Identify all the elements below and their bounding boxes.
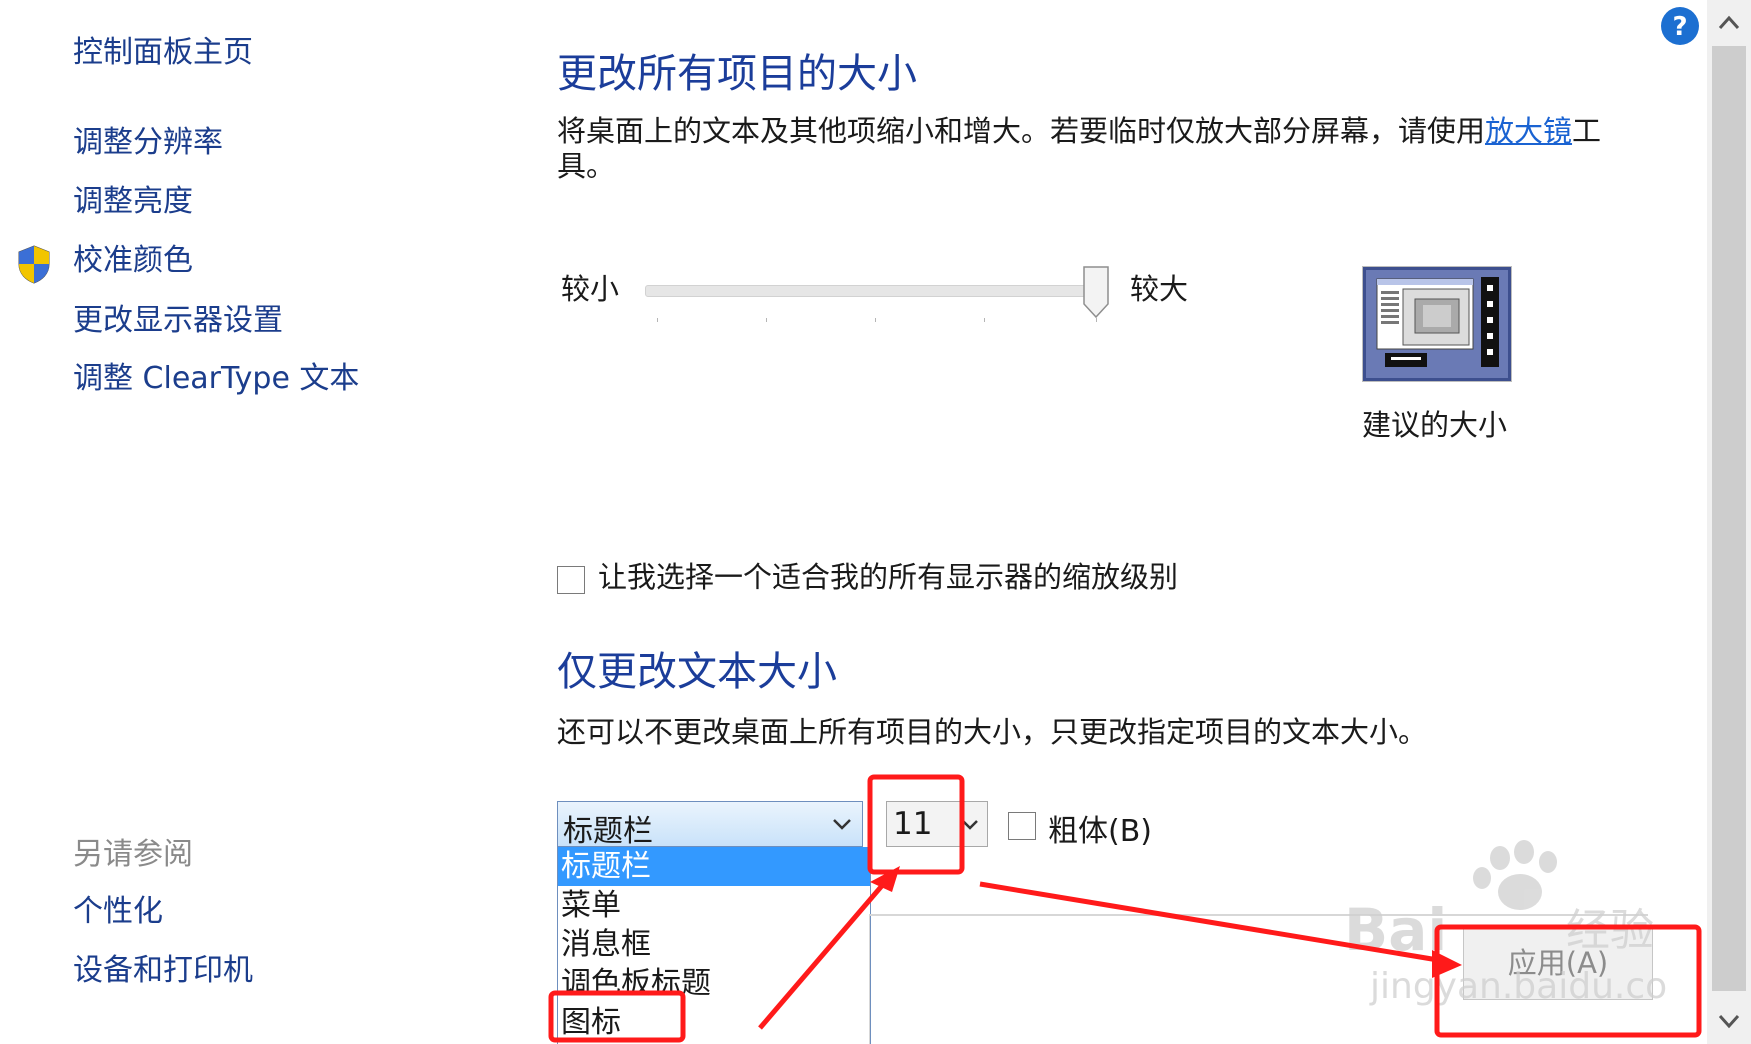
slider-tick [766, 318, 767, 322]
section-all-desc-before: 将桌面上的文本及其他项缩小和增大。若要临时仅放大部分屏幕，请使用 [557, 114, 1486, 148]
slider-tick [875, 318, 876, 322]
see-also-heading: 另请参阅 [73, 837, 193, 872]
preview-panel-border [870, 914, 1648, 916]
chevron-down-icon [962, 820, 978, 830]
section-text-desc: 还可以不更改桌面上所有项目的大小，只更改指定项目的文本大小。 [557, 715, 1428, 749]
dropdown-option[interactable]: 消息框 [558, 925, 870, 964]
font-size-select-value: 11 [893, 806, 933, 842]
preview-caption: 建议的大小 [1362, 408, 1508, 442]
sidebar-item-calibrate-color[interactable]: 校准颜色 [73, 244, 193, 277]
dropdown-option[interactable]: 标题栏 [558, 847, 870, 886]
uac-shield-icon [18, 245, 50, 284]
chevron-down-icon [833, 819, 851, 830]
item-type-select[interactable]: 标题栏 [557, 801, 863, 849]
watermark-text: Bai [1344, 896, 1447, 964]
sidebar-item-brightness[interactable]: 调整亮度 [73, 185, 193, 218]
item-type-select-value: 标题栏 [563, 814, 653, 849]
slider-tick [657, 318, 658, 322]
sidebar-item-cleartype[interactable]: 调整 ClearType 文本 [73, 362, 359, 395]
dropdown-option[interactable]: 菜单 [558, 886, 870, 925]
sidebar-item-display-settings[interactable]: 更改显示器设置 [73, 304, 283, 337]
slider-max-label: 较大 [1130, 272, 1189, 306]
sidebar-item-devices-printers[interactable]: 设备和打印机 [73, 954, 253, 987]
bold-label: 粗体(B) [1048, 814, 1152, 849]
section-all-title: 更改所有项目的大小 [557, 51, 917, 97]
section-all-desc: 将桌面上的文本及其他项缩小和增大。若要临时仅放大部分屏幕，请使用放大镜工具。 [557, 114, 1647, 184]
preview-panel-border [869, 914, 870, 1044]
scroll-down-arrow-icon[interactable] [1714, 1006, 1744, 1036]
svg-text:?: ? [1672, 12, 1687, 42]
font-size-select[interactable]: 11 [886, 801, 988, 847]
dropdown-option[interactable]: 调色板标题 [558, 964, 870, 1003]
sidebar-home-link[interactable]: 控制面板主页 [73, 36, 253, 69]
scrollbar-thumb[interactable] [1712, 46, 1746, 991]
size-slider-track[interactable] [645, 285, 1102, 297]
size-slider-thumb[interactable] [1083, 266, 1109, 318]
scroll-up-arrow-icon[interactable] [1714, 8, 1744, 38]
slider-tick [984, 318, 985, 322]
sidebar-item-resolution[interactable]: 调整分辨率 [73, 126, 223, 159]
bold-checkbox[interactable] [1008, 812, 1036, 840]
sidebar-item-personalize[interactable]: 个性化 [73, 895, 163, 928]
magnifier-link[interactable]: 放大镜 [1485, 114, 1572, 148]
custom-scaling-label: 让我选择一个适合我的所有显示器的缩放级别 [598, 560, 1179, 594]
help-icon[interactable]: ? [1660, 6, 1700, 46]
custom-scaling-checkbox[interactable] [557, 566, 585, 594]
item-type-dropdown-list: 标题栏 菜单 消息框 调色板标题 图标 [557, 847, 871, 1044]
slider-tick [1096, 318, 1097, 322]
dropdown-option[interactable]: 图标 [558, 1003, 870, 1042]
section-text-title: 仅更改文本大小 [557, 649, 837, 695]
apply-button[interactable]: 应用(A) [1463, 926, 1653, 1000]
slider-min-label: 较小 [561, 272, 620, 306]
size-preview-image [1362, 266, 1512, 382]
